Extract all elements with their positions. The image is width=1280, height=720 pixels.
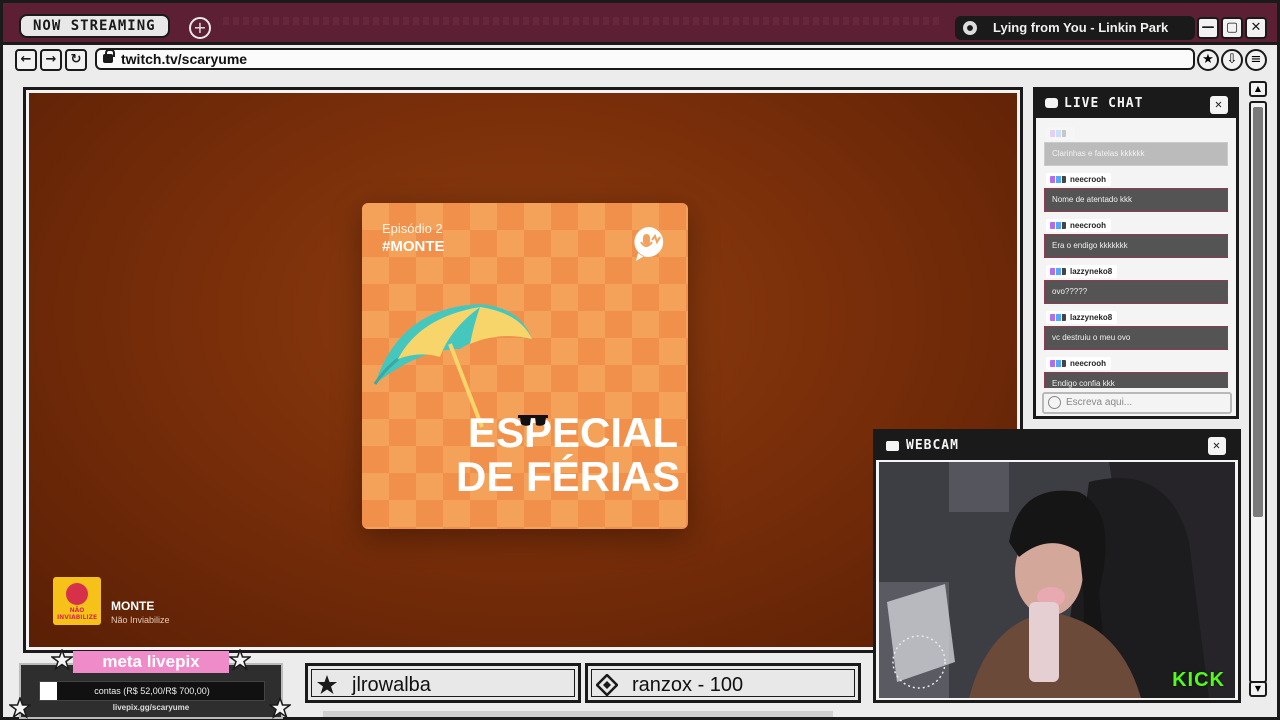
- maximize-button[interactable]: ▢: [1221, 17, 1243, 39]
- chat-username[interactable]: neecrooh: [1046, 357, 1112, 370]
- podcast-mic-icon: [66, 583, 88, 605]
- chat-message-text: Endigo confia kkk: [1044, 372, 1228, 388]
- goal-box-inner: [311, 669, 575, 697]
- top-donor-box: ranzox - 100: [585, 663, 861, 703]
- cover-title-line1: ESPECIAL: [468, 409, 679, 456]
- navigation-bar: ← → ↻ twitch.tv/scaryume ★ ⇩ ≡: [3, 45, 1277, 73]
- podcast-subtitle: Não Inviabilize: [111, 615, 170, 625]
- chat-close-button[interactable]: ✕: [1210, 96, 1228, 114]
- back-button[interactable]: ←: [15, 49, 37, 71]
- microphone-logo-icon: [634, 227, 664, 261]
- goal-text: ranzox - 100: [632, 674, 744, 696]
- chat-username[interactable]: neecrooh: [1046, 219, 1112, 232]
- star-icon: [317, 675, 337, 694]
- chat-header: LIVE CHAT ✕: [1036, 90, 1236, 118]
- scroll-thumb[interactable]: [1253, 107, 1263, 517]
- chat-message-text: Nome de atentado kkk: [1044, 188, 1228, 212]
- chat-message-text: ovo?????: [1044, 280, 1228, 304]
- menu-button[interactable]: ≡: [1245, 49, 1267, 71]
- chat-message-text: Clarinhas e fatelas kkkkkk: [1044, 142, 1228, 166]
- diamond-icon: [596, 674, 618, 696]
- chat-title: LIVE CHAT: [1064, 96, 1144, 111]
- chat-username-text: lazzyneko8: [1070, 267, 1113, 276]
- top-supporter-box: jlrowalba: [305, 663, 581, 703]
- chat-username[interactable]: lazzyneko8: [1046, 265, 1118, 278]
- chat-message: neecrooh Endigo confia kkk: [1044, 354, 1230, 388]
- chat-username-text: neecrooh: [1070, 175, 1107, 184]
- cover-title-line2: DE FÉRIAS: [456, 453, 681, 500]
- chat-message: lazzyneko8 vc destruiu o meu ovo: [1044, 308, 1230, 354]
- pixel-characters-strip: [323, 711, 833, 717]
- webcam-title: WEBCAM: [906, 438, 959, 453]
- webcam-panel: WEBCAM ✕ KICK: [873, 429, 1241, 703]
- chat-input-placeholder: Escreva aqui...: [1066, 397, 1133, 408]
- webcam-header: WEBCAM ✕: [876, 432, 1238, 460]
- chat-input[interactable]: Escreva aqui...: [1042, 392, 1232, 414]
- podcast-badge-text: NÃO INVIABILIZE: [56, 607, 98, 621]
- title-bar-pattern: [223, 17, 943, 25]
- star-icon: [229, 649, 251, 671]
- webcam-video: KICK: [879, 462, 1235, 698]
- chat-message: lazzyneko8 ovo?????: [1044, 262, 1230, 308]
- bookmark-star-button[interactable]: ★: [1197, 49, 1219, 71]
- podcast-logo: NÃO INVIABILIZE: [53, 577, 101, 625]
- scroll-track[interactable]: [1249, 101, 1267, 683]
- minimize-button[interactable]: —: [1197, 17, 1219, 39]
- add-tab-button[interactable]: +: [189, 17, 211, 39]
- url-text: twitch.tv/scaryume: [121, 51, 248, 67]
- chat-username-text: lazzyneko8: [1070, 313, 1113, 322]
- webcam-scene: [879, 462, 1235, 698]
- close-window-button[interactable]: ✕: [1245, 17, 1267, 39]
- chat-bubble-icon: [1045, 98, 1058, 108]
- chat-message: Clarinhas e fatelas kkkkkk: [1044, 124, 1230, 170]
- user-badges-icon: [1050, 314, 1066, 321]
- lock-icon: [103, 49, 115, 63]
- kick-logo: KICK: [1172, 669, 1225, 691]
- chat-username[interactable]: lazzyneko8: [1046, 311, 1118, 324]
- user-badges-icon: [1050, 222, 1066, 229]
- livepix-title: meta livepix: [73, 651, 229, 673]
- livepix-goal-text: contas (R$ 52,00/R$ 700,00): [94, 686, 210, 696]
- podcast-name: MONTE: [111, 599, 155, 613]
- scroll-up-button[interactable]: ▲: [1249, 81, 1267, 97]
- sunglasses-icon: [518, 415, 548, 426]
- chat-message-list[interactable]: Clarinhas e fatelas kkkkkk neecrooh Nome d…: [1044, 124, 1230, 388]
- download-button[interactable]: ⇩: [1221, 49, 1243, 71]
- chat-username-text: neecrooh: [1070, 359, 1107, 368]
- forward-button[interactable]: →: [40, 49, 62, 71]
- stream-video[interactable]: Episódio 2 #MONTE ESPECIAL DE FÉRIAS NÃO…: [29, 93, 1017, 647]
- star-icon: [51, 649, 73, 671]
- camera-icon: [886, 441, 899, 451]
- page-scrollbar[interactable]: ▲ ▼: [1247, 81, 1271, 701]
- chat-message: neecrooh Era o endigo kkkkkkk: [1044, 216, 1230, 262]
- music-disc-icon: [963, 21, 977, 35]
- chat-message-text: Era o endigo kkkkkkk: [1044, 234, 1228, 258]
- cover-tag: #MONTE: [382, 238, 445, 255]
- chat-username[interactable]: neecrooh: [1046, 173, 1112, 186]
- now-playing-text: Lying from You - Linkin Park: [993, 20, 1169, 35]
- scroll-down-button[interactable]: ▼: [1249, 681, 1267, 697]
- podcast-cover-art: Episódio 2 #MONTE ESPECIAL DE FÉRIAS: [362, 203, 688, 529]
- chat-message-text: vc destruiu o meu ovo: [1044, 326, 1228, 350]
- live-chat-panel: LIVE CHAT ✕ Clarinhas e fatelas kkkkkk ne…: [1033, 87, 1239, 419]
- tab-now-streaming[interactable]: NOW STREAMING: [19, 14, 170, 38]
- user-badges-icon: [1050, 176, 1066, 183]
- user-badges-icon: [1050, 130, 1066, 137]
- address-bar[interactable]: twitch.tv/scaryume: [95, 48, 1195, 70]
- chat-username[interactable]: [1046, 127, 1075, 140]
- webcam-close-button[interactable]: ✕: [1208, 437, 1226, 455]
- user-badges-icon: [1050, 360, 1066, 367]
- title-bar: NOW STREAMING + Lying from You - Linkin …: [3, 3, 1277, 45]
- chat-message: neecrooh Nome de atentado kkk: [1044, 170, 1230, 216]
- goal-text: jlrowalba: [352, 674, 431, 696]
- reload-button[interactable]: ↻: [65, 49, 87, 71]
- chat-username-text: neecrooh: [1070, 221, 1107, 230]
- now-playing-widget[interactable]: Lying from You - Linkin Park: [955, 16, 1195, 40]
- browser-window: NOW STREAMING + Lying from You - Linkin …: [0, 0, 1280, 720]
- user-badges-icon: [1050, 268, 1066, 275]
- emoji-icon[interactable]: [1048, 396, 1061, 409]
- cover-episode: Episódio 2: [382, 221, 443, 236]
